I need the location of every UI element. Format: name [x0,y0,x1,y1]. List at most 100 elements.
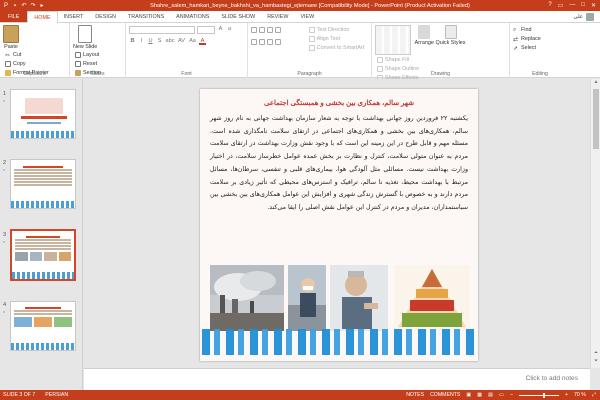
slide-thumbnail-4[interactable] [10,301,76,351]
bullets-icon[interactable] [251,26,257,33]
strikethrough-button[interactable]: abc [165,38,175,45]
current-slide[interactable]: شهر سالم، همکاری بین بخشی و همبستگی اجتم… [200,89,478,361]
close-button[interactable]: ✕ [591,2,596,9]
decrease-indent-icon[interactable] [267,26,273,33]
find-button[interactable]: ⌕ Find [513,25,567,34]
fit-to-window-icon[interactable]: ⤢ [592,392,596,399]
bold-button[interactable]: B [129,38,136,45]
scroll-up-icon[interactable]: ▲ [591,79,600,85]
thumbnail-figure-band [11,343,75,350]
language-indicator[interactable]: PERSIAN [45,392,68,398]
align-text-button[interactable]: Align Text [308,34,365,43]
help-button[interactable]: ? [548,2,551,9]
font-color-button[interactable]: A [199,38,206,45]
undo-icon[interactable]: ↶ [21,3,27,9]
quick-styles-button[interactable]: Quick Styles [436,25,466,46]
select-button[interactable]: ➚ Select [513,43,567,52]
drawing-group-label: Drawing [430,71,451,77]
font-name-combo[interactable] [129,25,195,34]
shape-fill-button[interactable]: Shape Fill [377,55,419,64]
increase-indent-icon[interactable] [275,26,281,33]
notes-pane[interactable]: Click to add notes [84,368,590,390]
account-menu[interactable]: علی [574,11,600,22]
thumbnail-title-line [21,116,67,119]
new-slide-button[interactable]: New Slide [73,25,97,50]
zoom-out-icon[interactable]: − [510,392,513,398]
avatar [586,12,594,21]
align-center-icon[interactable] [259,38,265,45]
prev-slide-icon[interactable]: ⏶ [591,350,600,356]
thumbnail-animation-marker: * [3,169,5,175]
slide-thumbnail-1[interactable] [10,89,76,139]
thumbnail-animation-marker: * [3,311,5,317]
shrink-font-icon[interactable]: a [226,26,233,33]
zoom-slider[interactable] [518,392,559,398]
scrollbar-thumb[interactable] [593,89,599,149]
tab-transitions[interactable]: TRANSITIONS [122,11,170,22]
redo-icon[interactable]: ↷ [30,3,36,9]
search-icon: ⌕ [513,26,517,33]
slideshow-view-icon[interactable]: ▭ [499,392,504,398]
slide-body-text[interactable]: یکشنبه ۲۲ فروردین روز جهانی بهداشت با تو… [210,113,468,215]
start-slideshow-icon[interactable]: ▸ [39,3,45,9]
tab-design[interactable]: DESIGN [89,11,122,22]
tab-animations[interactable]: ANIMATIONS [170,11,215,22]
tab-view[interactable]: VIEW [294,11,320,22]
comments-toggle[interactable]: COMMENTS [430,392,460,398]
text-direction-button[interactable]: Text Direction [308,25,365,34]
align-left-icon[interactable] [251,38,257,45]
italic-button[interactable]: I [138,38,145,45]
zoom-level[interactable]: 70 % [574,392,586,398]
layout-icon [75,51,81,58]
mask-city-photo[interactable] [288,265,326,331]
powerpoint-logo-icon: P [3,2,8,9]
change-case-button[interactable]: Aa [188,38,197,45]
copy-button[interactable]: Copy [5,59,49,68]
layout-button[interactable]: Layout [75,50,101,59]
tab-insert[interactable]: INSERT [58,11,90,22]
tab-slide-show[interactable]: SLIDE SHOW [215,11,261,22]
paint-bucket-icon [377,56,383,63]
replace-button[interactable]: ⇄ Replace [513,34,567,43]
slide-position: SLIDE 3 OF 7 [3,392,36,398]
paste-button[interactable]: Paste [3,25,19,50]
scissors-icon: ✂ [5,52,11,59]
char-spacing-button[interactable]: AV [177,38,186,45]
grow-font-icon[interactable]: A [217,26,224,33]
zoom-in-icon[interactable]: + [565,392,568,398]
save-icon[interactable]: ▪ [12,3,18,9]
shadow-button[interactable]: S [156,38,163,45]
tab-review[interactable]: REVIEW [261,11,294,22]
reset-button[interactable]: Reset [75,59,101,68]
tab-file[interactable]: FILE [0,11,28,22]
food-pyramid-photo[interactable] [394,265,470,331]
justify-icon[interactable] [275,38,281,45]
align-right-icon[interactable] [267,38,273,45]
minimize-button[interactable]: — [569,2,575,9]
cut-button[interactable]: ✂ Cut [5,50,49,59]
quick-access-toolbar: P ▪ ↶ ↷ ▸ [0,3,90,9]
maximize-button[interactable]: □ [581,2,585,9]
normal-view-icon[interactable]: ▣ [466,392,471,398]
arrange-button[interactable]: Arrange [415,25,434,46]
slide-sorter-icon[interactable]: ▦ [477,392,482,398]
thumbnail-number: 3 [3,232,7,238]
shapes-gallery[interactable] [375,25,411,55]
font-size-combo[interactable] [197,25,215,34]
air-pollution-photo[interactable] [210,265,284,331]
slide-thumbnail-2[interactable] [10,159,76,209]
numbering-icon[interactable] [259,26,265,33]
underline-button[interactable]: U [147,38,154,45]
reading-view-icon[interactable]: ▤ [488,392,493,398]
slide-title[interactable]: شهر سالم، همکاری بین بخشی و همبستگی اجتم… [200,99,478,107]
next-slide-icon[interactable]: ⏷ [591,358,600,364]
ribbon-display-button[interactable]: ▭ [558,2,564,9]
convert-smartart-button[interactable]: Convert to SmartArt [308,43,364,52]
notes-toggle[interactable]: NOTES [406,392,424,398]
vertical-scrollbar[interactable]: ▲ ⏶ ⏷ [590,79,600,368]
thumbnail-number: 2 [3,160,7,166]
window-title: Shahre_salem_hamkari_beyne_bakhshi_va_ha… [150,2,470,9]
heart-pain-photo[interactable] [330,265,388,331]
quick-styles-icon [444,25,457,39]
slide-thumbnail-3[interactable] [10,229,76,281]
